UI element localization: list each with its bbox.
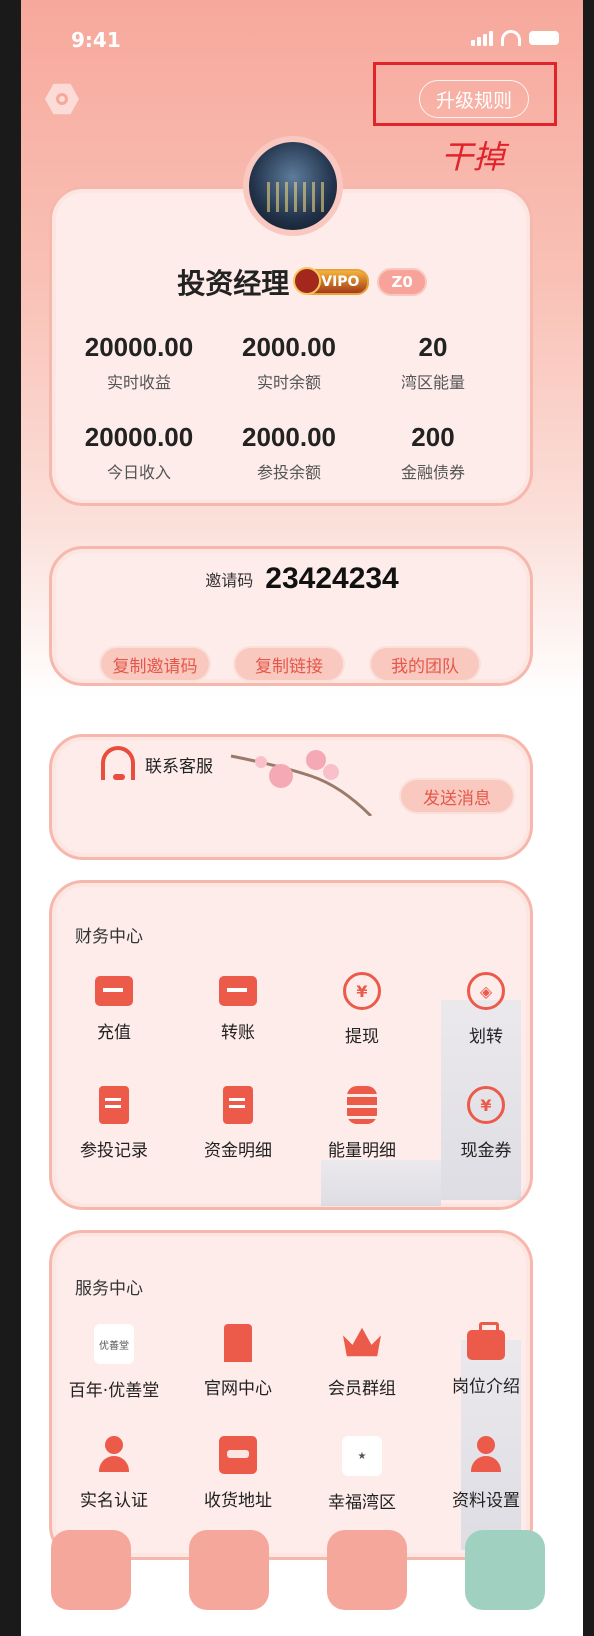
service-center-title: 服务中心	[75, 1279, 143, 1299]
exchange-icon: ◈	[467, 972, 505, 1010]
level-badge: Z0	[377, 268, 427, 296]
signal-icon	[471, 30, 493, 46]
nav-grid[interactable]	[189, 1530, 269, 1610]
coupon-icon: ¥	[467, 1086, 505, 1124]
skyline-decoration	[321, 1160, 441, 1206]
stat-financial-bonds: 200 金融债券	[400, 422, 465, 482]
invite-row: 邀请码 23424234	[21, 562, 583, 596]
finance-center-title: 财务中心	[75, 927, 143, 947]
upgrade-rules-button[interactable]: 升级规则	[419, 80, 529, 118]
grid-item-fund-details[interactable]: 资金明细	[183, 1086, 293, 1161]
vip-badge: VIPO	[293, 267, 370, 295]
fund-detail-icon	[223, 1086, 253, 1124]
grid-item-xingfu-bay[interactable]: ★ 幸福湾区	[307, 1436, 417, 1513]
invite-code: 23424234	[265, 562, 399, 595]
grid-item-job-intro[interactable]: 岗位介绍	[431, 1322, 541, 1397]
grid-item-recharge[interactable]: 充值	[59, 972, 169, 1043]
grid-item-profile-settings[interactable]: 资料设置	[431, 1436, 541, 1511]
record-icon	[99, 1086, 129, 1124]
status-time: 9:41	[71, 28, 121, 52]
briefcase-icon	[467, 1322, 505, 1360]
nav-profile[interactable]	[465, 1530, 545, 1610]
xingfu-bay-logo: ★	[342, 1436, 382, 1476]
inbox-icon	[219, 1436, 257, 1474]
nav-home[interactable]	[51, 1530, 131, 1610]
card-icon	[95, 976, 133, 1006]
grid-item-invest-records[interactable]: 参投记录	[59, 1086, 169, 1161]
crown-icon	[343, 1327, 381, 1357]
transfer-icon	[219, 976, 257, 1006]
youshantang-logo: 优善堂	[94, 1324, 134, 1364]
grid-item-shipping-address[interactable]: 收货地址	[183, 1436, 293, 1511]
stat-invest-balance: 2000.00 参投余额	[242, 422, 336, 482]
avatar[interactable]	[243, 136, 343, 236]
battery-icon	[529, 31, 559, 45]
profile-name-row: 投资经理 VIPO Z0	[21, 262, 583, 302]
grid-item-official-site[interactable]: 官网中心	[183, 1324, 293, 1399]
stat-realtime-balance: 2000.00 实时余额	[242, 332, 336, 392]
profile-settings-icon	[467, 1436, 505, 1474]
contact-support-label[interactable]: 联系客服	[145, 752, 213, 777]
building-icon	[224, 1324, 252, 1362]
copy-invite-code-button[interactable]: 复制邀请码	[99, 646, 211, 682]
invite-code-label: 邀请码	[205, 571, 254, 590]
status-bar: 9:41	[21, 22, 583, 52]
stat-bay-energy: 20 湾区能量	[400, 332, 465, 392]
grid-item-exchange[interactable]: ◈ 划转	[431, 972, 541, 1047]
stat-realtime-income: 20000.00 实时收益	[84, 332, 194, 392]
withdraw-icon: ¥	[343, 972, 381, 1010]
grid-item-real-name-auth[interactable]: 实名认证	[59, 1436, 169, 1511]
copy-link-button[interactable]: 复制链接	[233, 646, 345, 682]
energy-detail-icon	[347, 1086, 377, 1124]
blossom-decoration	[230, 750, 373, 816]
grid-item-energy-details[interactable]: 能量明细	[307, 1086, 417, 1161]
phone-screen: 9:41 升级规则 干掉 投资经理 VIPO Z0 20000.00 实时收益 2…	[21, 0, 583, 1636]
verified-user-icon	[95, 1436, 133, 1474]
grid-item-transfer[interactable]: 转账	[183, 972, 293, 1043]
profile-name: 投资经理	[177, 267, 290, 300]
wifi-icon	[501, 30, 521, 46]
send-message-button[interactable]: 发送消息	[399, 778, 515, 814]
grid-item-youshantang[interactable]: 优善堂 百年·优善堂	[59, 1324, 169, 1401]
nav-team[interactable]	[327, 1530, 407, 1610]
my-team-button[interactable]: 我的团队	[369, 646, 481, 682]
grid-item-withdraw[interactable]: ¥ 提现	[307, 972, 417, 1047]
headset-icon	[101, 746, 135, 780]
stat-today-income: 20000.00 今日收入	[84, 422, 194, 482]
grid-item-member-groups[interactable]: 会员群组	[307, 1324, 417, 1399]
grid-item-cash-coupon[interactable]: ¥ 现金券	[431, 1086, 541, 1161]
annotation-note: 干掉	[441, 138, 506, 176]
